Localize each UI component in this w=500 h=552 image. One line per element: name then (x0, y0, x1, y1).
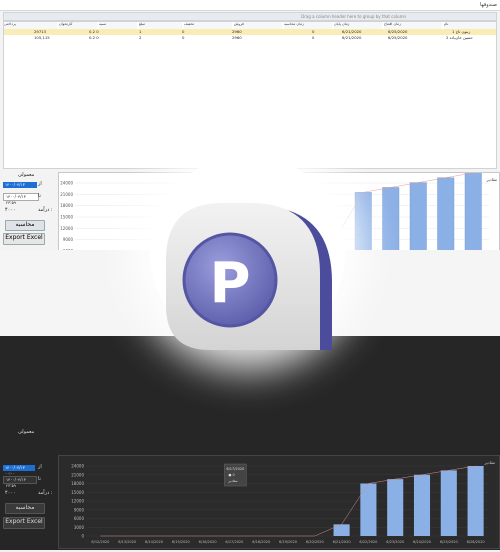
tooltip-value: ● 0 (228, 473, 234, 477)
to-label-dark: تا (38, 476, 41, 482)
y-tick-label: 6000 (74, 516, 85, 521)
data-grid[interactable]: نام زمان افتتاح زمان پایان زمان محاسبه ف… (3, 21, 497, 169)
export-excel-button[interactable]: Export Excel (3, 233, 45, 245)
tooltip-date: 6/17/2020 (226, 467, 244, 471)
from-date-picker[interactable]: ۱۴۰۰/۰۴/۱۳ ۰۰:۰۰ (3, 182, 37, 193)
x-tick-label: 6/13/2020 (118, 540, 136, 544)
y-tick-label: 18000 (60, 203, 73, 208)
y-tick-label: 12000 (71, 499, 84, 504)
x-tick-label: 6/15/2020 (172, 540, 190, 544)
y-tick-label: 9000 (74, 507, 85, 512)
legend-label: مقادیر (484, 460, 496, 465)
from-label: از (38, 181, 42, 187)
y-tick-label: 12000 (60, 226, 73, 231)
bar (464, 172, 482, 252)
bar (382, 187, 400, 252)
bar (437, 177, 455, 252)
y-tick-label: 15000 (71, 490, 84, 495)
x-tick-label: 6/26/2020 (467, 540, 485, 544)
app-logo: P (166, 203, 332, 350)
bar (409, 182, 427, 252)
to-date-picker[interactable]: ۱۴۰۰/۰۴/۱۳ ۲۳:۵۹ (3, 193, 39, 205)
x-tick-label: 6/23/2020 (386, 540, 404, 544)
bar (413, 474, 431, 536)
x-tick-label: 6/24/2020 (413, 540, 431, 544)
svg-text:P: P (209, 251, 250, 316)
income-label-dark: درآمد : (38, 490, 53, 496)
chart-svg-dark: 24000 21000 18000 15000 12000 9000 6000 3000 0 6/… (71, 460, 496, 544)
tooltip-series: مقادیر (227, 479, 237, 483)
x-tick-label: 6/17/2020 (225, 540, 243, 544)
calc-button-dark[interactable]: محاسبه (5, 503, 45, 514)
bar (360, 483, 377, 536)
y-tick-label: 3000 (74, 525, 85, 530)
bar (333, 524, 350, 536)
bar (387, 479, 404, 536)
x-tick-label: 6/14/2020 (145, 540, 163, 544)
window-titlebar: صندوقها (0, 0, 500, 11)
y-tick-label: 0 (81, 534, 84, 539)
table-row[interactable]: 2 حسین خان‌یاده 6/25/2020 6/21/2020 0 29… (4, 35, 496, 41)
y-tick-label: 21000 (71, 472, 84, 477)
export-excel-button-dark[interactable]: Export Excel (3, 517, 45, 529)
bar (354, 192, 372, 252)
calc-button[interactable]: محاسبه (5, 220, 45, 231)
x-tick-label: 6/22/2020 (359, 540, 377, 544)
bar (467, 466, 484, 536)
x-tick-label: 6/21/2020 (333, 540, 351, 544)
income-value: ۴۰۰۰ (5, 207, 16, 213)
income-value-dark: ۴۰۰۰ (5, 490, 16, 496)
from-date-picker-dark[interactable]: ۱۴۰۰/۰۴/۱۳ ۰۰:۰۰ (3, 465, 35, 476)
y-tick-label: 24000 (71, 464, 84, 469)
user-type-label: معمولی (18, 172, 35, 178)
x-tick-label: 6/16/2020 (199, 540, 217, 544)
legend-label: مقادیر (486, 177, 498, 182)
y-tick-label: 15000 (60, 215, 73, 220)
to-date-picker-dark[interactable]: ۱۴۰۰/۰۴/۱۳ ۲۳:۵۹ (3, 476, 37, 488)
chart-area-dark: 24000 21000 18000 15000 12000 9000 6000 3000 0 6/… (58, 455, 500, 549)
x-tick-label: 6/18/2020 (252, 540, 270, 544)
from-label-dark: از (38, 464, 42, 470)
y-tick-label: 9000 (63, 237, 74, 242)
x-tick-label: 6/20/2020 (306, 540, 324, 544)
x-tick-label: 6/19/2020 (279, 540, 297, 544)
y-tick-label: 18000 (71, 481, 84, 486)
dark-theme-screenshot: معمولی ۱۴۰۰/۰۴/۱۳ ۰۰:۰۰ از ۱۴۰۰/۰۴/۱۳ ۲۳… (0, 335, 500, 550)
bar (440, 470, 457, 536)
to-label: تا (38, 193, 41, 199)
income-label: درآمد : (38, 207, 53, 213)
x-tick-label: 6/25/2020 (440, 540, 458, 544)
user-type-label-dark: معمولی (18, 429, 35, 435)
y-tick-label: 21000 (60, 192, 73, 197)
x-tick-label: 6/12/2020 (91, 540, 109, 544)
y-tick-label: 24000 (60, 181, 73, 186)
group-panel[interactable]: Drag a column header here to group by th… (3, 12, 497, 21)
window-title: صندوقها (479, 2, 497, 8)
